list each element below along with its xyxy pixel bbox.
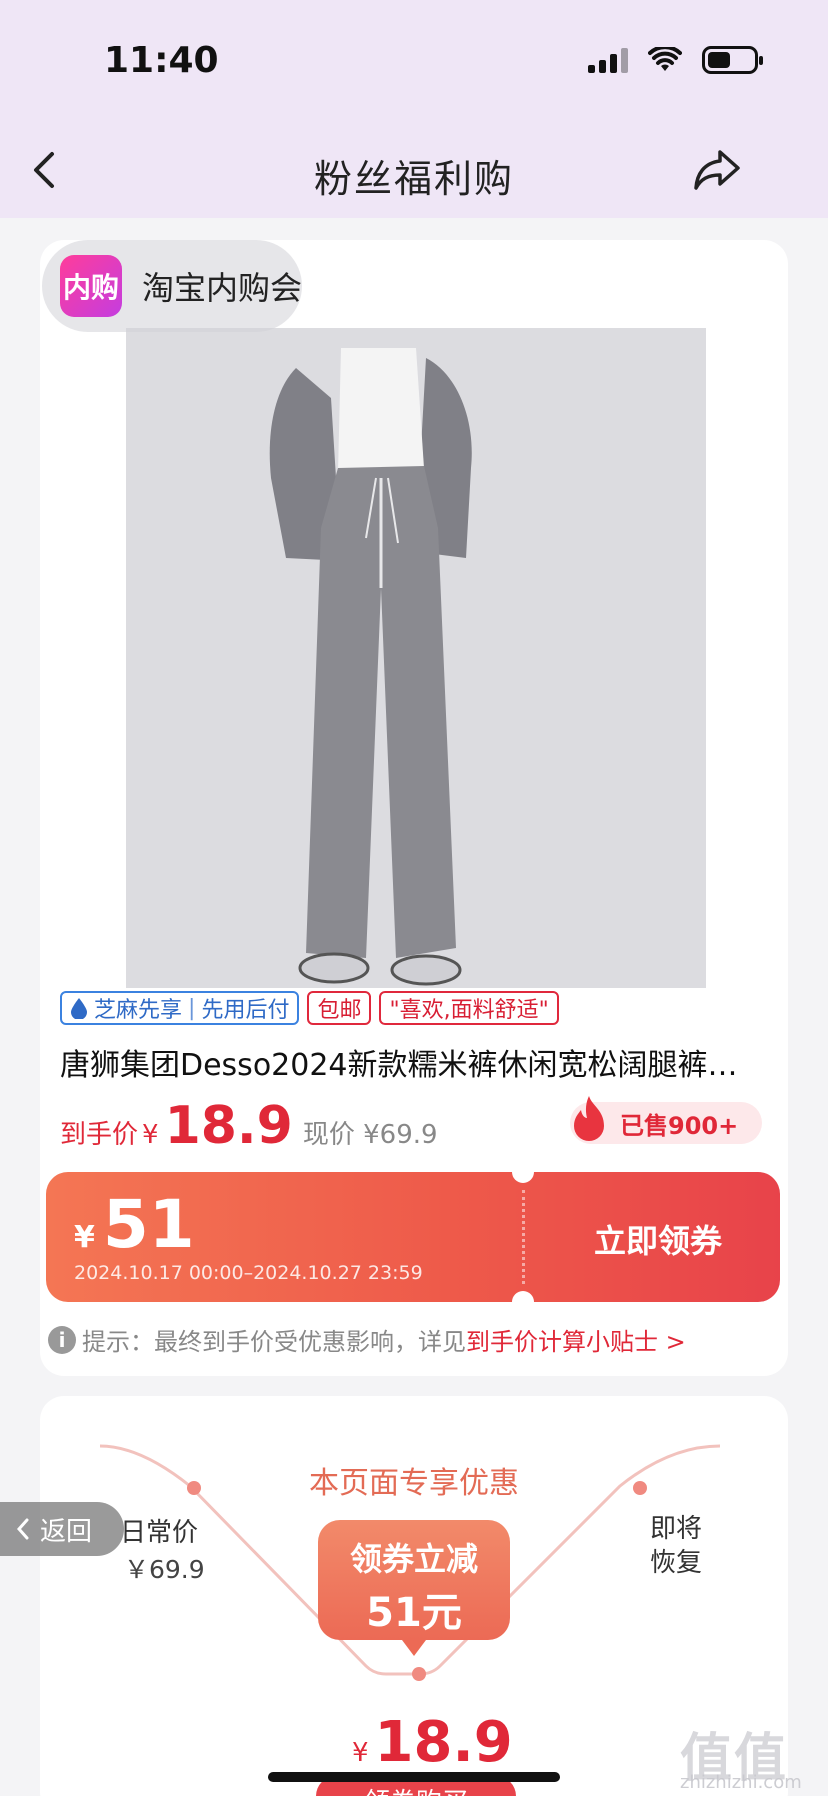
- shop-badge[interactable]: 内购 淘宝内购会: [42, 240, 302, 332]
- restore-label: 即将恢复: [650, 1514, 703, 1578]
- coupon-value: 51: [102, 1186, 195, 1263]
- wifi-icon: [648, 47, 682, 71]
- claim-coupon-button[interactable]: 立即领券: [594, 1216, 722, 1262]
- price-tip: i 提示：最终到手价受优惠影响，详见 到手价计算小贴士 >: [48, 1322, 686, 1357]
- promo-heading: 本页面专享优惠: [309, 1466, 519, 1501]
- status-time: 11:40: [104, 40, 219, 81]
- coupon-validity: 2024.10.17 00:00–2024.10.27 23:59: [74, 1262, 423, 1284]
- product-title[interactable]: 唐狮集团Desso2024新款糯米裤休闲宽松阔腿裤…: [60, 1040, 770, 1084]
- floating-back-button[interactable]: 返回: [0, 1502, 124, 1556]
- pay-later-label: 先用后付: [201, 998, 290, 1023]
- price-currency: ¥: [142, 1120, 159, 1150]
- floating-back-label: 返回: [40, 1516, 93, 1547]
- original-price: 现价 ¥69.9: [302, 1120, 438, 1150]
- final-price-label: 到手价: [60, 1120, 139, 1150]
- price-row: 到手价 ¥ 18.9 现价 ¥69.9: [60, 1096, 438, 1156]
- battery-icon: [702, 46, 763, 74]
- bubble-line2: 51元: [366, 1590, 462, 1636]
- product-image[interactable]: [126, 328, 706, 988]
- zhima-label: 芝麻先享: [94, 998, 183, 1023]
- coupon-amount: ¥ 51: [74, 1186, 195, 1263]
- share-icon[interactable]: [692, 146, 742, 192]
- shop-name: 淘宝内购会: [142, 269, 303, 307]
- promo-price-value: 18.9: [374, 1710, 513, 1775]
- info-icon: i: [48, 1325, 76, 1354]
- chevron-left-icon: [16, 1518, 29, 1540]
- coupon-currency: ¥: [74, 1220, 95, 1255]
- model-wide-leg-pants-illustration: [126, 328, 706, 988]
- site-watermark-url: zhizhizhi.com: [680, 1772, 802, 1793]
- final-price: 18.9: [164, 1096, 293, 1156]
- fire-icon: [574, 1096, 604, 1141]
- bubble-line1: 领券立减: [349, 1540, 478, 1578]
- promo-final-price: ¥ 18.9: [352, 1710, 513, 1775]
- water-drop-icon: [71, 998, 87, 1019]
- price-tips-link[interactable]: 到手价计算小贴士 >: [466, 1322, 686, 1357]
- coupon-card[interactable]: ¥ 51 2024.10.17 00:00–2024.10.27 23:59 立…: [46, 1172, 780, 1302]
- review-tag: "喜欢,面料舒适": [379, 991, 559, 1025]
- daily-price: ￥69.9: [124, 1555, 205, 1584]
- zhima-tag: 芝麻先享 | 先用后付: [60, 991, 300, 1025]
- tag-separator: |: [188, 995, 196, 1021]
- promo-currency: ¥: [352, 1738, 369, 1768]
- daily-price-label: 日常价: [120, 1518, 199, 1548]
- tip-text: 提示：最终到手价受优惠影响，详见: [82, 1328, 466, 1356]
- coupon-discount-bubble: 领券立减 51元: [318, 1520, 510, 1656]
- status-icons: [588, 46, 763, 74]
- cellular-signal-icon: [588, 47, 628, 73]
- product-tags: 芝麻先享 | 先用后付 包邮 "喜欢,面料舒适": [60, 991, 559, 1025]
- free-shipping-tag: 包邮: [307, 991, 372, 1025]
- coupon-divider: [522, 1190, 525, 1284]
- home-indicator: [268, 1772, 560, 1782]
- coupon-notch-top: [512, 1172, 534, 1183]
- coupon-notch-bottom: [512, 1291, 534, 1302]
- shop-logo: 内购: [60, 255, 122, 317]
